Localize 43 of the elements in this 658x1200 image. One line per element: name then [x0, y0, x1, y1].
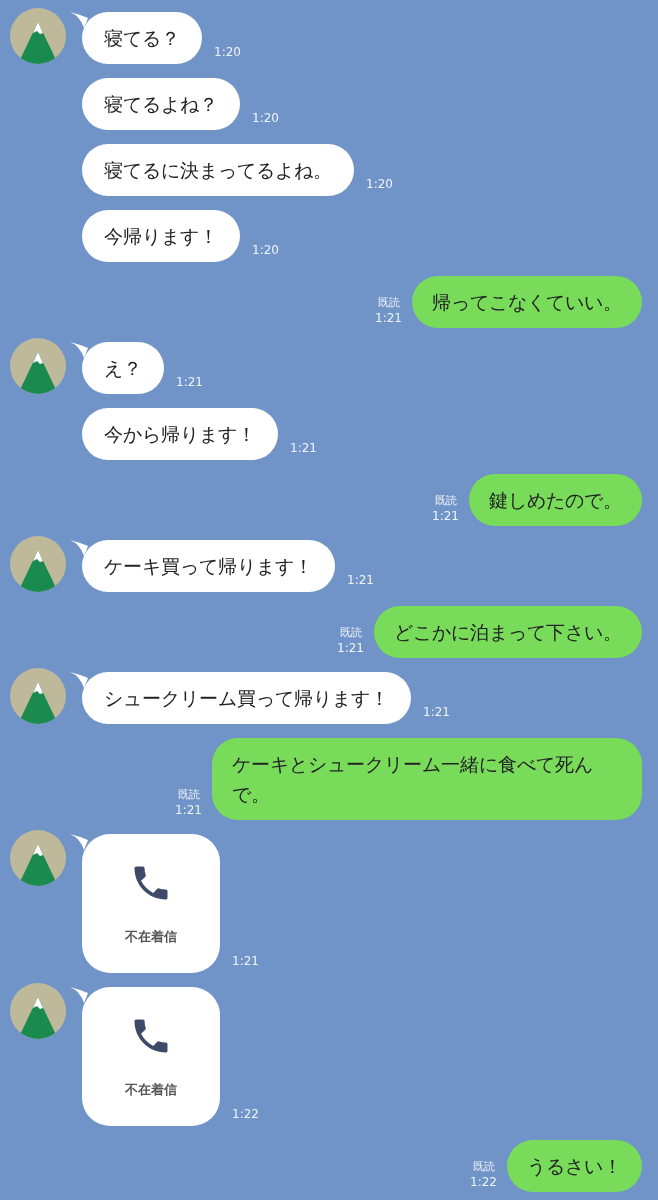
- message-time: 1:21: [232, 953, 259, 969]
- message-time: 1:21: [432, 508, 459, 524]
- message-bubble: シュークリーム買って帰ります！: [82, 672, 411, 724]
- message-time: 1:21: [290, 440, 317, 456]
- message-bubble: 今から帰ります！: [82, 408, 278, 460]
- speech-tail: [70, 987, 88, 1003]
- speech-tail: [70, 342, 88, 358]
- message-time: 1:20: [252, 110, 279, 126]
- speech-tail: [70, 834, 88, 850]
- message-time: 1:22: [232, 1106, 259, 1122]
- missed-call-card[interactable]: 不在着信: [82, 834, 220, 973]
- message-bubble: 今帰ります！: [82, 210, 240, 262]
- read-label: 既読: [177, 788, 200, 802]
- message-bubble: 寝てるに決まってるよね。: [82, 144, 354, 196]
- message-bubble: うるさい！: [507, 1140, 642, 1192]
- message-time: 1:21: [176, 374, 203, 390]
- message-bubble: 帰ってこなくていい。: [412, 276, 642, 328]
- speech-tail: [70, 12, 88, 28]
- read-label: 既読: [339, 626, 362, 640]
- message-time: 1:20: [366, 176, 393, 192]
- call-label: 不在着信: [125, 1080, 177, 1099]
- read-label: 既読: [434, 494, 457, 508]
- speech-tail: [70, 540, 88, 556]
- missed-call-card[interactable]: 不在着信: [82, 987, 220, 1126]
- message-time: 1:21: [423, 704, 450, 720]
- message-time: 1:20: [252, 242, 279, 258]
- message-bubble: ケーキ買って帰ります！: [82, 540, 335, 592]
- message-bubble: 鍵しめたので。: [469, 474, 642, 526]
- read-label: 既読: [472, 1160, 495, 1174]
- read-label: 既読: [377, 296, 400, 310]
- message-time: 1:21: [175, 802, 202, 818]
- message-time: 1:21: [347, 572, 374, 588]
- message-bubble: どこかに泊まって下さい。: [374, 606, 642, 658]
- message-time: 1:21: [375, 310, 402, 326]
- message-time: 1:22: [470, 1174, 497, 1190]
- message-bubble: え？: [82, 342, 164, 394]
- message-bubble: ケーキとシュークリーム一緒に食べて死んで。: [212, 738, 642, 820]
- message-time: 1:20: [214, 44, 241, 60]
- message-bubble: 寝てるよね？: [82, 78, 240, 130]
- call-label: 不在着信: [125, 927, 177, 946]
- speech-tail: [70, 672, 88, 688]
- message-bubble: 寝てる？: [82, 12, 202, 64]
- message-time: 1:21: [337, 640, 364, 656]
